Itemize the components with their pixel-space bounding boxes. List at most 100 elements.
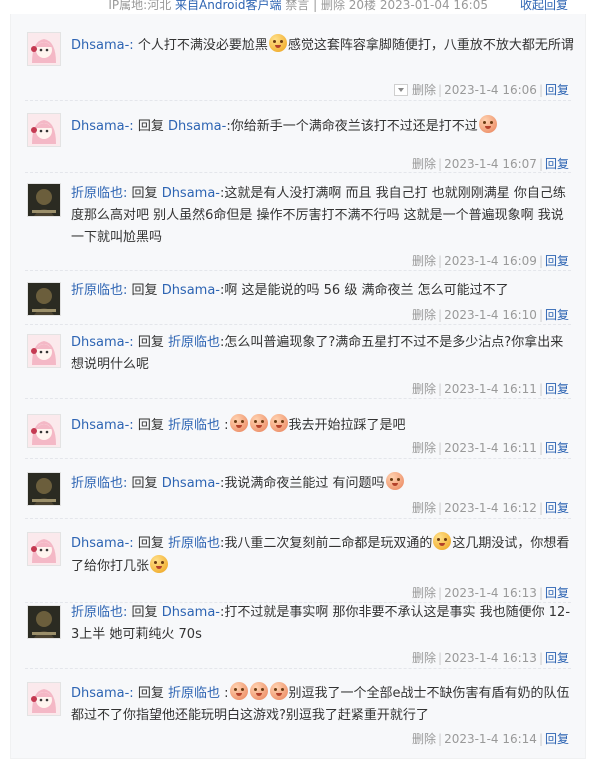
reply-target-user[interactable]: Dhsama- <box>162 283 220 298</box>
reply-time: 2023-1-4 16:10 <box>444 308 537 322</box>
reply-username[interactable]: Dhsama-: <box>71 418 134 433</box>
reply-meta: 删除 | 2023-1-4 16:10 | 回复 <box>412 308 569 322</box>
reply-meta: 删除 | 2023-1-4 16:07 | 回复 <box>412 157 569 171</box>
reply-target-user[interactable]: Dhsama- <box>168 119 226 134</box>
reply-time: 2023-1-4 16:11 <box>444 382 537 396</box>
delete-link[interactable]: 删除 <box>412 382 436 396</box>
reply-target-user[interactable]: 折原临也 <box>168 536 220 551</box>
divider <box>25 458 571 459</box>
reply-time: 2023-1-4 16:09 <box>444 254 537 268</box>
more-dropdown-icon[interactable] <box>394 84 408 96</box>
avatar[interactable] <box>27 605 61 639</box>
reply-time: 2023-1-4 16:06 <box>444 83 537 97</box>
reply-text: 折原临也: 回复 Dhsama-:啊 这是能说的吗 56 级 满命夜兰 怎么可能… <box>71 280 576 302</box>
reply-word: 回复 <box>137 335 164 350</box>
delete-link[interactable]: 删除 <box>412 83 436 97</box>
delete-link[interactable]: 删除 <box>412 308 436 322</box>
reply-meta: 删除 | 2023-1-4 16:11 | 回复 <box>412 441 569 455</box>
avatar[interactable] <box>27 113 61 147</box>
client-source-link[interactable]: 来自Android客户端 <box>175 0 281 12</box>
angry-emoji-icon <box>478 115 497 133</box>
reply-username[interactable]: 折原临也: <box>71 605 127 620</box>
reply-link[interactable]: 回复 <box>545 732 569 746</box>
reply-content: :我八重二次复刻前二命都是玩双通的 <box>220 536 433 551</box>
reply-username[interactable]: Dhsama-: <box>71 119 134 134</box>
reply-link[interactable]: 回复 <box>545 586 569 600</box>
reply-target-user[interactable]: 折原临也 <box>168 335 220 350</box>
reply-username[interactable]: 折原临也: <box>71 476 127 491</box>
reply-username[interactable]: Dhsama-: <box>71 536 134 551</box>
reply-username[interactable]: 折原临也: <box>71 283 127 298</box>
reply-meta: 删除 | 2023-1-4 16:12 | 回复 <box>412 501 569 515</box>
reply-link[interactable]: 回复 <box>545 157 569 171</box>
reply-username[interactable]: Dhsama-: <box>71 335 134 350</box>
avatar[interactable] <box>27 472 61 506</box>
avatar[interactable] <box>27 183 61 217</box>
divider <box>25 270 571 271</box>
tongue-emoji-icon <box>150 555 169 573</box>
reply-text: Dhsama-: 回复 折原临也:怎么叫普遍现象了?满命五星打不过不是多少沾点?… <box>71 332 576 376</box>
reply-link[interactable]: 回复 <box>545 308 569 322</box>
reply-username[interactable]: 折原临也: <box>71 186 127 201</box>
reply-time: 2023-1-4 16:13 <box>444 651 537 665</box>
reply-word: 回复 <box>131 283 158 298</box>
reply-link[interactable]: 回复 <box>545 651 569 665</box>
reply-link[interactable]: 回复 <box>545 254 569 268</box>
delete-link[interactable]: 删除 <box>412 586 436 600</box>
scared-emoji-icon <box>269 414 288 432</box>
avatar[interactable] <box>27 282 61 316</box>
divider <box>25 398 571 399</box>
reply-text: Dhsama-: 回复 折原临也:我八重二次复刻前二命都是玩双通的 这几期没试，你… <box>71 532 576 578</box>
reply-word: 回复 <box>137 686 164 701</box>
reply-meta: 删除 | 2023-1-4 16:09 | 回复 <box>412 254 569 268</box>
scared-emoji-icon <box>269 682 288 700</box>
reply-username[interactable]: Dhsama-: <box>71 686 134 701</box>
reply-content: :啊 这是能说的吗 56 级 满命夜兰 怎么可能过不了 <box>220 283 509 298</box>
reply-text: Dhsama-: 回复 折原临也 : 我去开始拉踩了是吧 <box>71 414 576 437</box>
delete-link[interactable]: 删除 <box>412 732 436 746</box>
avatar[interactable] <box>27 682 61 716</box>
avatar[interactable] <box>27 334 61 368</box>
reply-content: 感觉这套阵容拿脚随便打，八重放不放大都无所谓 <box>287 38 574 53</box>
reply-link[interactable]: 回复 <box>545 382 569 396</box>
avatar[interactable] <box>27 32 61 66</box>
reply-link[interactable]: 回复 <box>545 441 569 455</box>
divider <box>25 100 571 101</box>
delete-link[interactable]: 删除 <box>412 441 436 455</box>
reply-username[interactable]: Dhsama-: <box>71 38 134 53</box>
reply-word: 回复 <box>137 418 164 433</box>
delete-link[interactable]: 删除 <box>412 254 436 268</box>
avatar[interactable] <box>27 414 61 448</box>
reply-meta: 删除 | 2023-1-4 16:13 | 回复 <box>412 586 569 600</box>
reply-target-user[interactable]: Dhsama- <box>162 605 220 620</box>
reply-text: Dhsama-: 个人打不满没必要尬黑 感觉这套阵容拿脚随便打，八重放不放大都无所… <box>71 34 576 57</box>
reply-target-user[interactable]: 折原临也 <box>168 686 220 701</box>
reply-target-user[interactable]: Dhsama- <box>162 186 220 201</box>
sweat-smile-emoji-icon <box>433 532 452 550</box>
reply-content: :我说满命夜兰能过 有问题吗 <box>220 476 385 491</box>
reply-word: 回复 <box>131 476 158 491</box>
delete-link[interactable]: 删除 <box>412 157 436 171</box>
collapse-replies-link[interactable]: 收起回复 <box>520 0 568 13</box>
reply-content: : <box>224 686 229 701</box>
reply-word: 回复 <box>137 119 164 134</box>
reply-word: 回复 <box>131 186 158 201</box>
scared-emoji-icon <box>229 414 248 432</box>
reply-text: Dhsama-: 回复 Dhsama-:你给新手一个满命夜兰该打不过还是打不过 <box>71 115 576 138</box>
reply-link[interactable]: 回复 <box>545 83 569 97</box>
delete-link[interactable]: 删除 <box>412 651 436 665</box>
avatar[interactable] <box>27 532 61 566</box>
reply-link[interactable]: 回复 <box>545 501 569 515</box>
reply-text: 折原临也: 回复 Dhsama-:这就是有人没打满啊 而且 我自己打 也就刚刚满… <box>71 183 576 249</box>
reply-content: : <box>224 418 229 433</box>
reply-time: 2023-1-4 16:14 <box>444 732 537 746</box>
reply-text: 折原临也: 回复 Dhsama-:打不过就是事实啊 那你非要不承认这是事实 我也… <box>71 602 576 646</box>
reply-meta: 删除 | 2023-1-4 16:13 | 回复 <box>412 651 569 665</box>
reply-target-user[interactable]: 折原临也 <box>168 418 220 433</box>
dizzy-emoji-icon <box>385 472 404 490</box>
reply-time: 2023-1-4 16:13 <box>444 586 537 600</box>
delete-link[interactable]: 删除 <box>412 501 436 515</box>
reply-target-user[interactable]: Dhsama- <box>162 476 220 491</box>
reply-word: 回复 <box>137 536 164 551</box>
reply-time: 2023-1-4 16:12 <box>444 501 537 515</box>
